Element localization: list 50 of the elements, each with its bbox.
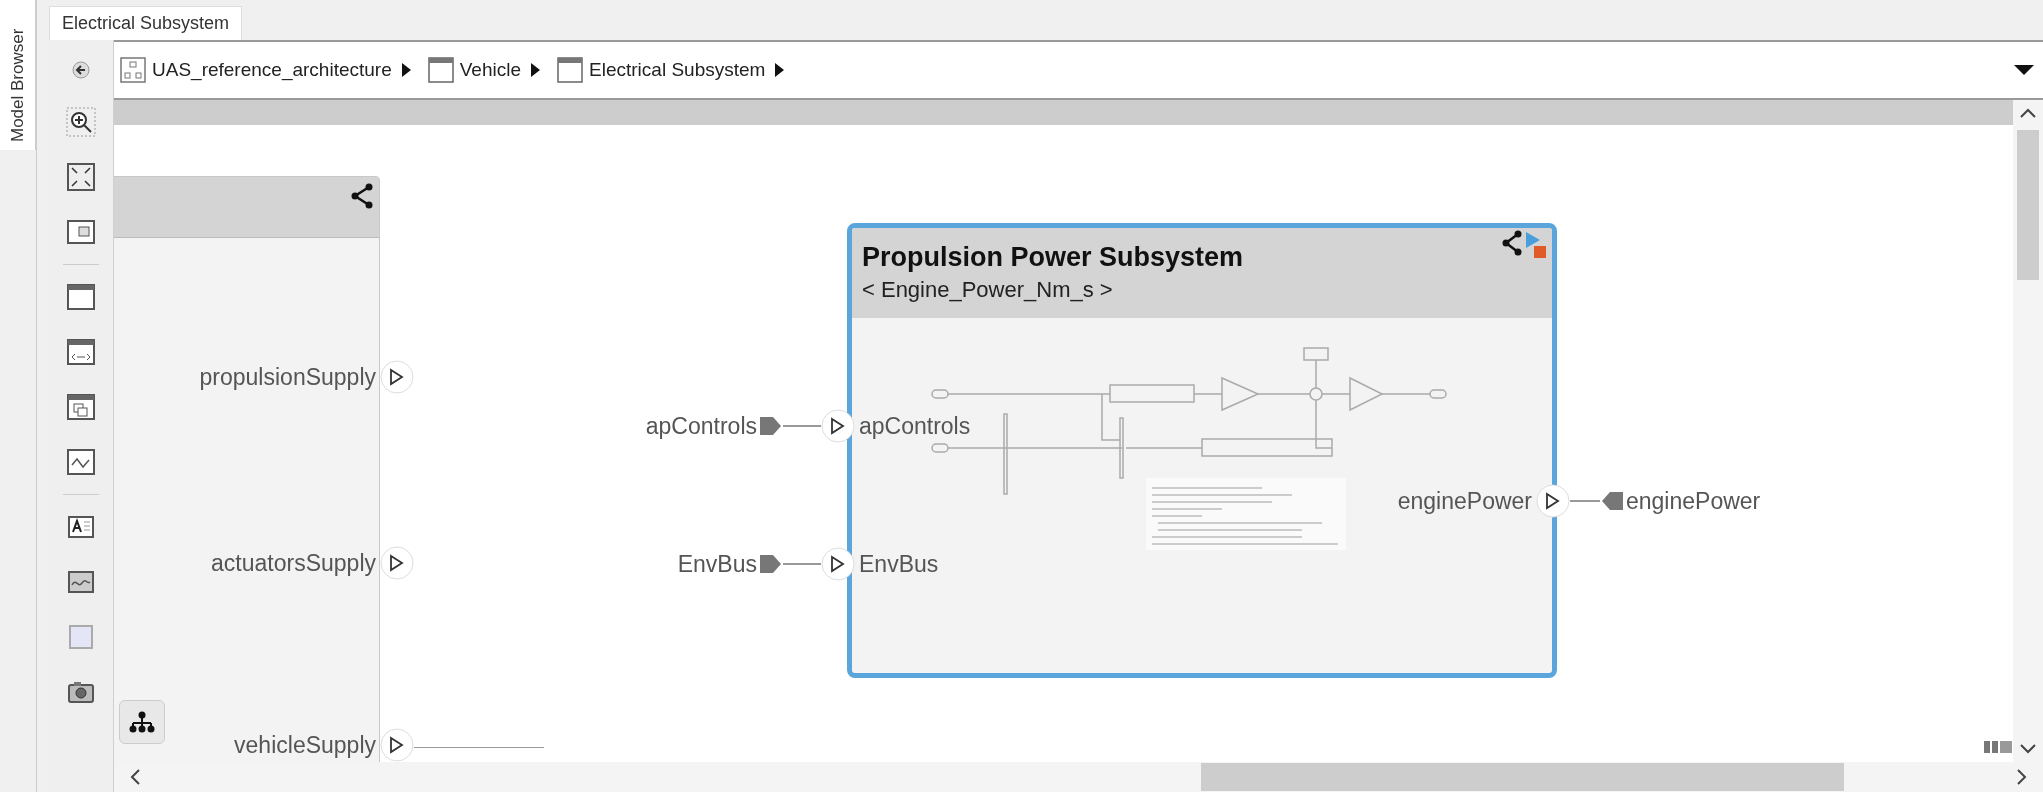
scroll-right-icon[interactable] bbox=[2015, 767, 2029, 787]
port-label: propulsionSupply bbox=[199, 363, 376, 391]
port-icon[interactable] bbox=[380, 728, 414, 762]
breadcrumb-link[interactable]: Vehicle bbox=[459, 59, 522, 81]
component-icon bbox=[557, 57, 584, 83]
port-label: apControls bbox=[859, 412, 972, 440]
port-label: enginePower bbox=[1397, 487, 1532, 515]
port-icon[interactable] bbox=[821, 547, 855, 581]
inport-label: EnvBus bbox=[676, 550, 757, 578]
arrow-icon[interactable] bbox=[773, 62, 786, 78]
component-icon bbox=[427, 57, 454, 83]
port-label: actuatorsSupply bbox=[211, 549, 376, 577]
editor-tab[interactable]: Electrical Subsystem bbox=[49, 6, 243, 40]
component-icon[interactable] bbox=[66, 282, 96, 312]
scroll-down-icon[interactable] bbox=[2018, 742, 2038, 756]
zoom-in-icon[interactable] bbox=[66, 107, 96, 137]
arrow-icon[interactable] bbox=[529, 62, 542, 78]
inport-icon[interactable] bbox=[759, 552, 783, 576]
columns-icon[interactable] bbox=[1983, 738, 2013, 756]
arrow-icon[interactable] bbox=[399, 62, 412, 78]
port-icon[interactable] bbox=[380, 546, 414, 580]
hierarchy-icon bbox=[129, 711, 155, 733]
breadcrumb-link[interactable]: UAS_reference_architecture bbox=[152, 59, 392, 81]
block-title: Propulsion Power Subsystem bbox=[862, 242, 1244, 273]
small-window-icon[interactable] bbox=[66, 217, 96, 247]
block-stereotype: < Engine_Power_Nm_s > bbox=[862, 277, 1113, 303]
outport-icon[interactable] bbox=[1600, 489, 1624, 513]
scrollbar-thumb[interactable] bbox=[1200, 763, 1845, 791]
scroll-left-icon[interactable] bbox=[128, 767, 142, 787]
hierarchy-button[interactable] bbox=[119, 700, 165, 744]
inport-label: apControls bbox=[644, 412, 757, 440]
dropdown-icon[interactable] bbox=[2013, 63, 2035, 77]
share-icon bbox=[349, 183, 375, 209]
breadcrumb-link[interactable]: Electrical Subsystem bbox=[589, 59, 766, 81]
model-icon bbox=[120, 57, 146, 83]
fit-view-icon[interactable] bbox=[66, 162, 96, 192]
inport-icon[interactable] bbox=[759, 414, 783, 438]
port-icon[interactable] bbox=[1536, 484, 1570, 518]
port-icon[interactable] bbox=[380, 360, 414, 394]
back-button[interactable] bbox=[69, 58, 93, 82]
state-icon[interactable] bbox=[66, 447, 96, 477]
port-label: vehicleSupply bbox=[234, 731, 376, 759]
port-label: EnvBus bbox=[859, 550, 940, 578]
scroll-up-icon[interactable] bbox=[2018, 106, 2038, 120]
variant-icon[interactable] bbox=[66, 392, 96, 422]
adapter-icon[interactable] bbox=[66, 337, 96, 367]
scrollbar-thumb[interactable] bbox=[2017, 130, 2039, 280]
port-icon[interactable] bbox=[821, 409, 855, 443]
model-browser-tab[interactable]: Model Browser bbox=[0, 0, 36, 150]
outport-label: enginePower bbox=[1626, 487, 1761, 515]
